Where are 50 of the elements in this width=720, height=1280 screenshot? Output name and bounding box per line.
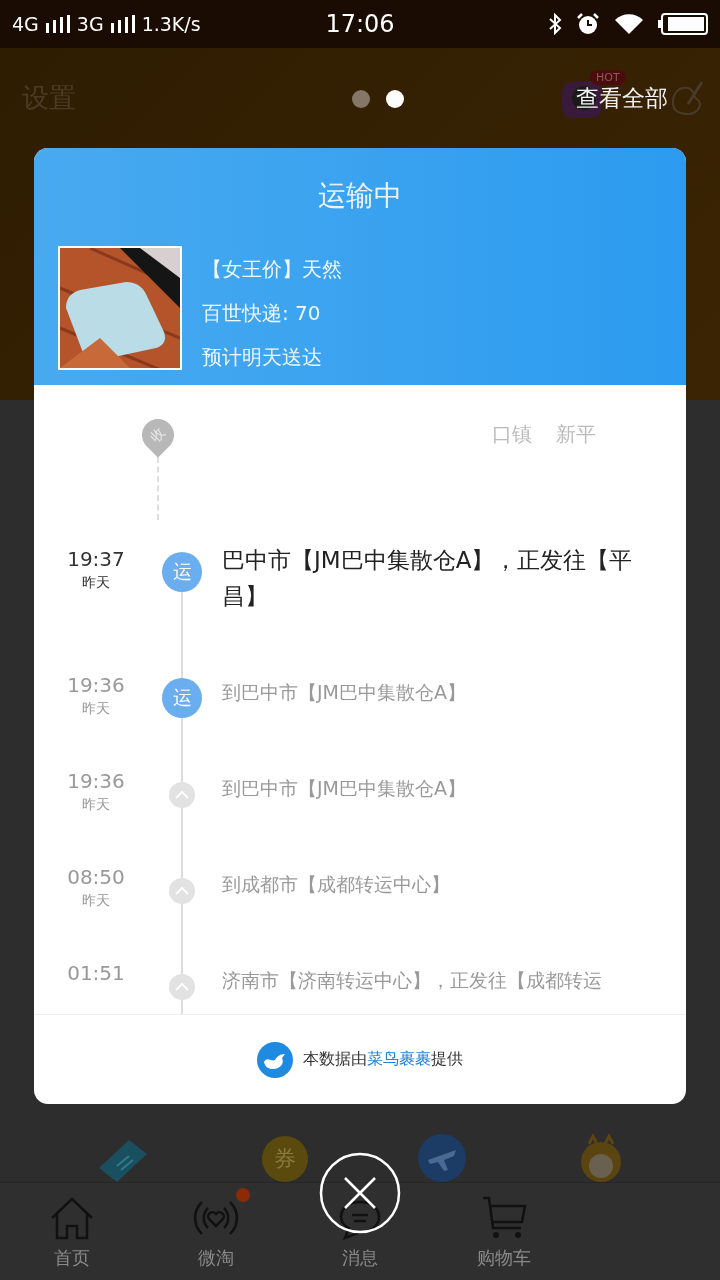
signal-icon [44,15,71,33]
event-time: 19:36 [67,672,125,698]
address-text: 新平 [556,421,596,448]
dialog-title: 运输中 [317,178,403,214]
chevron-up-icon [169,782,195,808]
event-date: 昨天 [82,573,110,592]
event-time: 19:37 [67,546,125,572]
event-description: 到巴中市【JM巴中集散仓A】 [221,776,467,801]
event-description: 到成都市【成都转运中心】 [221,872,451,897]
product-title: 【女王价】天然 [202,256,342,283]
delivery-estimate: 预计明天送达 [202,344,323,371]
cart-icon [481,1194,527,1240]
event-time: 08:50 [67,864,125,890]
network-type: 3G [76,13,104,35]
network-speed: 1.3K/s [141,13,201,35]
tab-item[interactable]: 首页 [0,1183,144,1280]
event-time: 01:51 [67,960,125,986]
network-type: 4G [12,13,39,35]
bird-logo-icon [257,1041,293,1078]
wifi-icon [614,13,644,35]
tab-item[interactable]: 消息 [288,1183,432,1280]
bluetooth-icon [548,13,562,35]
home-icon [49,1196,95,1240]
event-date: 昨天 [82,795,110,814]
hot-badge: HOT [590,70,626,85]
event-date: 昨天 [82,891,110,910]
chevron-up-icon [169,974,195,1000]
plane-icon[interactable] [418,1134,467,1182]
event-date: 昨天 [82,699,110,718]
courier-number: 百世快递: 70 [202,300,322,327]
alarm-icon [576,12,600,36]
data-source-note: 本数据由菜鸟裹裹提供 [303,1049,463,1070]
event-time: 19:36 [67,768,125,794]
event-description: 济南市【济南转运中心】，正发往【成都转运 [221,968,603,993]
signal-icon [109,15,136,33]
chevron-up-icon [169,878,195,904]
view-all-link[interactable]: 查看全部 [576,82,668,114]
transit-badge: 运 [162,678,202,718]
tab-item[interactable]: 微淘 [144,1183,288,1280]
cainiao-link[interactable]: 菜鸟裹裹 [367,1049,431,1068]
event-description: 巴中市【JM巴中集散仓A】，正发往【平昌】 [221,546,634,611]
page-dot[interactable] [386,90,404,108]
battery-icon [658,13,708,35]
event-description: 到巴中市【JM巴中集散仓A】 [221,680,467,705]
page-dot[interactable] [352,90,370,108]
clock: 17:06 [325,10,395,38]
tab-item[interactable]: 购物车 [432,1183,576,1280]
transit-badge: 运 [162,552,202,592]
address-text: 口镇 [492,421,532,448]
close-button[interactable] [319,1152,401,1234]
